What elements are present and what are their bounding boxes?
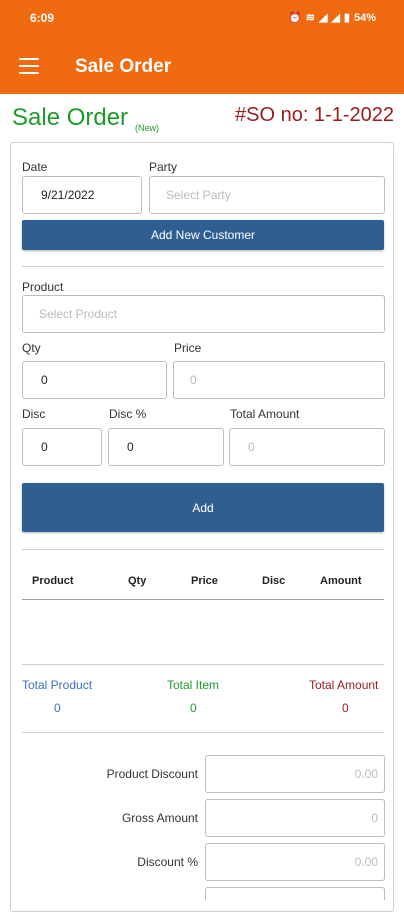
total-product-value: 0 xyxy=(54,701,61,715)
new-badge: (New) xyxy=(135,123,159,133)
divider xyxy=(22,549,384,550)
qty-label: Qty xyxy=(22,341,41,355)
battery-icon: ▮ xyxy=(343,12,350,24)
total-item-label: Total Item xyxy=(167,678,220,692)
total-amount-label: Total Amount xyxy=(230,407,300,421)
divider xyxy=(22,266,384,267)
menu-icon[interactable] xyxy=(19,58,39,74)
party-select[interactable]: Select Party xyxy=(149,176,385,214)
alarm-icon: ⏰ xyxy=(288,12,302,24)
column-qty: Qty xyxy=(128,575,147,587)
product-discount-field[interactable]: 0.00 xyxy=(205,755,385,793)
disc-percent-input[interactable]: 0 xyxy=(108,428,224,466)
product-discount-label: Product Discount xyxy=(106,767,198,781)
status-time: 6:09 xyxy=(30,11,55,25)
product-select[interactable]: Select Product xyxy=(22,295,385,333)
date-field[interactable]: 9/21/2022 xyxy=(22,176,142,214)
total-amount-input[interactable]: 0 xyxy=(229,428,385,466)
price-input[interactable]: 0 xyxy=(173,361,385,399)
page-heading: Sale Order xyxy=(12,104,129,131)
gross-amount-label: Gross Amount xyxy=(121,811,198,825)
disc-input[interactable]: 0 xyxy=(22,428,102,466)
signal-icon: ◢ xyxy=(318,12,328,24)
next-field-partial[interactable] xyxy=(205,887,385,900)
divider xyxy=(22,664,384,665)
so-number: #SO no: 1-1-2022 xyxy=(235,104,394,126)
battery-percent: 54% xyxy=(353,11,376,24)
add-new-customer-button[interactable]: Add New Customer xyxy=(22,220,384,250)
signal-icon-2: ◢ xyxy=(331,12,340,24)
column-price: Price xyxy=(191,575,218,587)
discount-percent-label: Discount % xyxy=(137,855,198,869)
add-button[interactable]: Add xyxy=(22,483,384,532)
total-item-value: 0 xyxy=(190,701,197,715)
app-bar: Sale Order xyxy=(0,38,404,94)
date-label: Date xyxy=(22,160,48,174)
gross-amount-field[interactable]: 0 xyxy=(205,799,385,837)
app-title: Sale Order xyxy=(75,56,172,77)
disc-percent-label: Disc % xyxy=(109,407,147,421)
total-amount-summary-value: 0 xyxy=(342,701,349,715)
column-disc: Disc xyxy=(262,575,286,587)
discount-percent-field[interactable]: 0.00 xyxy=(205,843,385,881)
column-product: Product xyxy=(32,575,74,587)
party-label: Party xyxy=(149,160,178,174)
status-bar: 6:09 ⏰ ≋ ◢ ◢ ▮ 54% xyxy=(0,0,404,38)
total-amount-summary-label: Total Amount xyxy=(309,678,379,692)
status-icons: ⏰ ≋ ◢ ◢ ▮ 54% xyxy=(288,11,376,25)
column-amount: Amount xyxy=(320,575,362,587)
price-label: Price xyxy=(174,341,202,355)
table-header-divider xyxy=(22,599,384,600)
divider xyxy=(22,732,384,733)
qty-input[interactable]: 0 xyxy=(22,361,167,399)
wifi-icon: ≋ xyxy=(305,12,315,24)
disc-label: Disc xyxy=(22,407,46,421)
total-product-label: Total Product xyxy=(22,678,93,692)
product-label: Product xyxy=(22,280,64,294)
